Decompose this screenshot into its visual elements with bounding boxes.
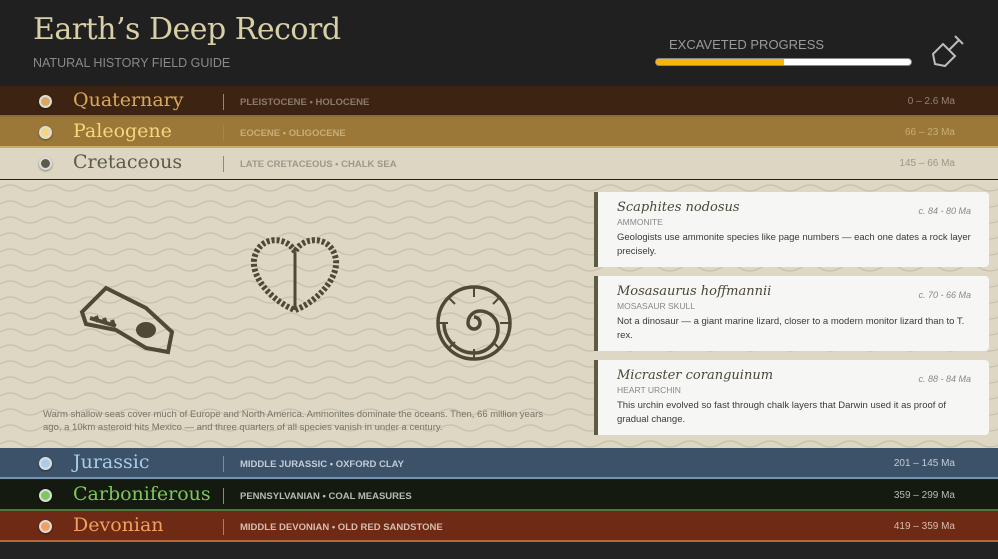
- divider: [223, 488, 224, 504]
- cretaceous-detail-panel: Warm shallow seas cover much of Europe a…: [0, 180, 998, 448]
- period-epochs: EOCENE • OLIGOCENE: [240, 128, 346, 139]
- divider: [223, 94, 224, 110]
- fossil-kind: MOSASAUR SKULL: [617, 301, 695, 311]
- period-name: Paleogene: [73, 120, 172, 142]
- period-epochs: LATE CRETACEOUS • CHALK SEA: [240, 159, 397, 170]
- period-dot: [39, 520, 52, 533]
- period-dot: [39, 126, 52, 139]
- divider: [223, 125, 224, 141]
- period-range: 145 – 66 Ma: [899, 158, 955, 169]
- fossil-age: c. 84 - 80 Ma: [918, 206, 971, 216]
- period-name: Jurassic: [73, 451, 150, 473]
- progress-bar: [655, 58, 912, 66]
- page-subtitle: NATURAL HISTORY FIELD GUIDE: [33, 56, 231, 70]
- page-title: Earth’s Deep Record: [33, 12, 341, 47]
- period-row-paleogene[interactable]: Paleogene EOCENE • OLIGOCENE 66 – 23 Ma: [0, 117, 998, 148]
- fossil-text: Not a dinosaur — a giant marine lizard, …: [617, 316, 965, 341]
- divider: [223, 456, 224, 472]
- bottom-bedrock: [0, 542, 998, 559]
- period-row-cretaceous[interactable]: Cretaceous LATE CRETACEOUS • CHALK SEA 1…: [0, 148, 998, 179]
- period-epochs: MIDDLE DEVONIAN • OLD RED SANDSTONE: [240, 522, 443, 533]
- fossil-text: This urchin evolved so fast through chal…: [617, 400, 946, 425]
- fossil-age: c. 88 - 84 Ma: [918, 374, 971, 384]
- fossil-kind: AMMONITE: [617, 217, 663, 227]
- period-name: Devonian: [73, 514, 164, 536]
- period-range: 359 – 299 Ma: [893, 490, 955, 501]
- period-name: Carboniferous: [73, 483, 211, 505]
- shovel-icon[interactable]: [925, 30, 969, 74]
- period-dot: [39, 489, 52, 502]
- period-epochs: MIDDLE JURASSIC • OXFORD CLAY: [240, 459, 404, 470]
- period-range: 419 – 359 Ma: [893, 521, 955, 532]
- period-range: 66 – 23 Ma: [904, 127, 955, 138]
- divider: [223, 156, 224, 172]
- fossil-text: Geologists use ammonite species like pag…: [617, 232, 971, 257]
- mosasaur-skull-icon: [79, 285, 175, 355]
- period-epochs: PENNSYLVANIAN • COAL MEASURES: [240, 491, 412, 502]
- period-row-devonian[interactable]: Devonian MIDDLE DEVONIAN • OLD RED SANDS…: [0, 511, 998, 542]
- ammonite-icon: [436, 285, 512, 361]
- period-row-jurassic[interactable]: Jurassic MIDDLE JURASSIC • OXFORD CLAY 2…: [0, 448, 998, 479]
- header: Earth’s Deep Record NATURAL HISTORY FIEL…: [0, 0, 998, 86]
- progress-label: EXCAVETED PROGRESS: [669, 37, 825, 52]
- progress-fill: [656, 59, 784, 65]
- period-epochs: PLEISTOCENE • HOLOCENE: [240, 97, 370, 108]
- period-range: 0 – 2.6 Ma: [907, 96, 955, 107]
- period-row-quaternary[interactable]: Quaternary PLEISTOCENE • HOLOCENE 0 – 2.…: [0, 86, 998, 117]
- fossil-age: c. 70 - 66 Ma: [918, 290, 971, 300]
- fossil-card[interactable]: Mosasaurus hoffmannii c. 70 - 66 Ma MOSA…: [594, 276, 989, 351]
- fossil-card[interactable]: Micraster coranguinum c. 88 - 84 Ma HEAR…: [594, 360, 989, 435]
- period-dot: [39, 95, 52, 108]
- divider: [223, 519, 224, 535]
- heart-urchin-icon: [250, 237, 340, 314]
- fossil-card[interactable]: Scaphites nodosus c. 84 - 80 Ma AMMONITE…: [594, 192, 989, 267]
- period-range: 201 – 145 Ma: [893, 458, 955, 469]
- period-dot: [39, 157, 52, 170]
- period-description: Warm shallow seas cover much of Europe a…: [43, 409, 544, 433]
- period-name: Cretaceous: [73, 151, 183, 173]
- period-row-carboniferous[interactable]: Carboniferous PENNSYLVANIAN • COAL MEASU…: [0, 480, 998, 511]
- fossil-kind: HEART URCHIN: [617, 385, 681, 395]
- period-dot: [39, 457, 52, 470]
- period-name: Quaternary: [73, 89, 184, 111]
